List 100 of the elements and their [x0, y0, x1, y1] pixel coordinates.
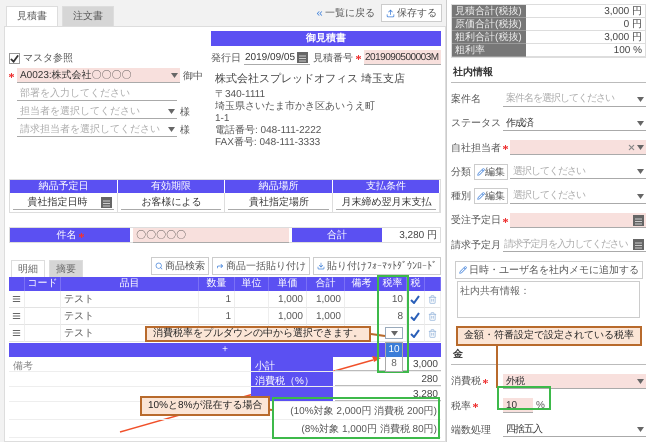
tab[interactable]: 明細: [11, 260, 45, 277]
column-header: 支払条件: [332, 180, 440, 193]
toolbar-button[interactable]: 商品検索: [151, 257, 209, 275]
edit-button[interactable]: 編集: [474, 164, 508, 180]
field-label: 件名: [56, 229, 76, 242]
date-field[interactable]: 貴社指定日時: [13, 195, 114, 210]
dropdown-option[interactable]: 10: [386, 343, 402, 357]
drag-handle-icon[interactable]: [12, 328, 21, 338]
section-title: 社内情報: [451, 60, 646, 83]
checkbox[interactable]: [9, 52, 20, 64]
download-icon: [317, 262, 325, 270]
required-mark-icon: [503, 145, 508, 150]
tab[interactable]: 見積書: [6, 6, 58, 26]
select-field[interactable]: 案件名を選択してください: [503, 92, 646, 107]
edit-button[interactable]: 編集: [474, 188, 508, 204]
checkbox-label: マスタ参照: [23, 52, 73, 65]
upload-icon: [386, 8, 395, 18]
number-field[interactable]: 2019090500003M: [364, 50, 441, 65]
field-label: 見積番号: [313, 52, 353, 64]
caret-icon: [637, 378, 644, 384]
contact-select[interactable]: 担当者を選択してください: [17, 104, 177, 119]
table-cell: テスト: [61, 291, 199, 308]
text-field[interactable]: 貴社指定場所: [228, 195, 328, 210]
calendar-icon[interactable]: [100, 197, 112, 208]
toolbar-button[interactable]: 貼り付けﾌｫｰﾏｯﾄﾀﾞｳﾝﾛｰﾄﾞ: [313, 257, 441, 275]
drag-handle-icon[interactable]: [12, 311, 21, 321]
total-label: 原価合計(税抜): [452, 18, 526, 31]
clear-icon[interactable]: [628, 144, 635, 152]
total-label: 粗利率: [452, 44, 526, 57]
select-field[interactable]: [510, 140, 646, 156]
caret-icon: [637, 194, 644, 199]
field-label: 発行日: [211, 52, 241, 64]
field-label: 種別: [451, 190, 471, 204]
table-cell: [235, 291, 269, 308]
callout: 消費税率をプルダウンの中から選択できます。: [145, 326, 371, 342]
required-mark-icon: [503, 218, 508, 223]
caret-icon: [390, 330, 398, 336]
column-header: 品目: [61, 277, 199, 291]
calendar-icon[interactable]: [633, 214, 644, 226]
honorific-label: 様: [180, 106, 191, 118]
select-field[interactable]: 作成済: [503, 116, 646, 131]
total-value: 0 円: [526, 18, 645, 31]
tax-rate-select[interactable]: [385, 327, 403, 339]
total-value: 3,000 円: [526, 5, 645, 18]
select-field[interactable]: 四捨五入: [503, 422, 646, 438]
required-mark-icon: [78, 232, 84, 238]
search-icon: [155, 262, 163, 270]
company-address-line: 電話番号: 048-111-2222: [215, 125, 322, 136]
caret-icon: [637, 96, 644, 102]
memo-textarea[interactable]: 社内共有情報：: [457, 280, 640, 318]
subject-field[interactable]: 〇〇〇〇〇: [133, 228, 289, 243]
customer-select[interactable]: A0023:株式会社〇〇〇〇: [17, 68, 180, 83]
toolbar-button[interactable]: 商品一括貼り付け: [212, 257, 310, 275]
field-label: 分類: [451, 166, 471, 179]
select-field[interactable]: 選択してください: [510, 188, 646, 204]
caret-icon: [637, 120, 644, 126]
drag-handle-icon[interactable]: [12, 294, 21, 304]
callout: 金額・符番設定で設定されている税率: [456, 326, 642, 346]
date-field[interactable]: [510, 212, 646, 228]
table-cell: 1,000: [269, 308, 307, 325]
summary-value: 3,280: [335, 387, 441, 401]
table-cell: 1,000: [307, 308, 345, 325]
department-field[interactable]: 部署を入力してください: [17, 86, 177, 101]
select-field[interactable]: 選択してください: [510, 164, 646, 180]
field-label: 請求予定月: [451, 238, 501, 252]
total-value: 100 %: [526, 44, 645, 57]
field-label: 消費税: [451, 374, 481, 388]
arrow-icon: [216, 262, 224, 270]
caret-icon: [637, 169, 644, 174]
document-title: 御見積書: [211, 31, 441, 46]
column-header: 単位: [235, 277, 269, 291]
total-label: 粗利合計(税抜): [452, 31, 526, 44]
total-value: 3,280 円: [398, 229, 438, 242]
table-cell: [235, 308, 269, 325]
summary-value: 280: [335, 372, 441, 386]
caret-icon: [171, 73, 178, 78]
pencil-icon: [477, 168, 485, 176]
text-field[interactable]: お客様による: [120, 195, 221, 210]
required-mark-icon: [473, 403, 478, 408]
text-field[interactable]: 月末締め翌月末支払: [336, 195, 436, 210]
caret-icon: [168, 127, 175, 132]
tab[interactable]: 摘要: [49, 260, 83, 277]
caret-icon: [168, 109, 175, 114]
table-cell: 1: [199, 308, 235, 325]
date-field[interactable]: 請求予定月を入力してください: [503, 237, 646, 252]
calendar-icon[interactable]: [633, 239, 644, 250]
save-button[interactable]: 保存する: [381, 4, 442, 22]
memo-button[interactable]: 日時・ユーザ名を社内メモに追加する: [455, 260, 643, 279]
highlight-frame: [497, 386, 551, 410]
tab[interactable]: 注文書: [62, 6, 114, 26]
table-cell: 1,000: [269, 291, 307, 308]
select-field[interactable]: 外税: [503, 374, 646, 389]
back-link[interactable]: 一覧に戻る: [315, 6, 375, 20]
column-header: 単価: [269, 277, 307, 291]
callout: 10%と8%が混在する場合: [140, 396, 270, 416]
pencil-icon: [477, 192, 485, 200]
calendar-icon[interactable]: [297, 52, 308, 63]
field-label: 受注予定日: [451, 214, 501, 228]
billing-contact-select[interactable]: 請求担当者を選択してください: [17, 122, 177, 137]
caret-icon: [637, 427, 644, 432]
